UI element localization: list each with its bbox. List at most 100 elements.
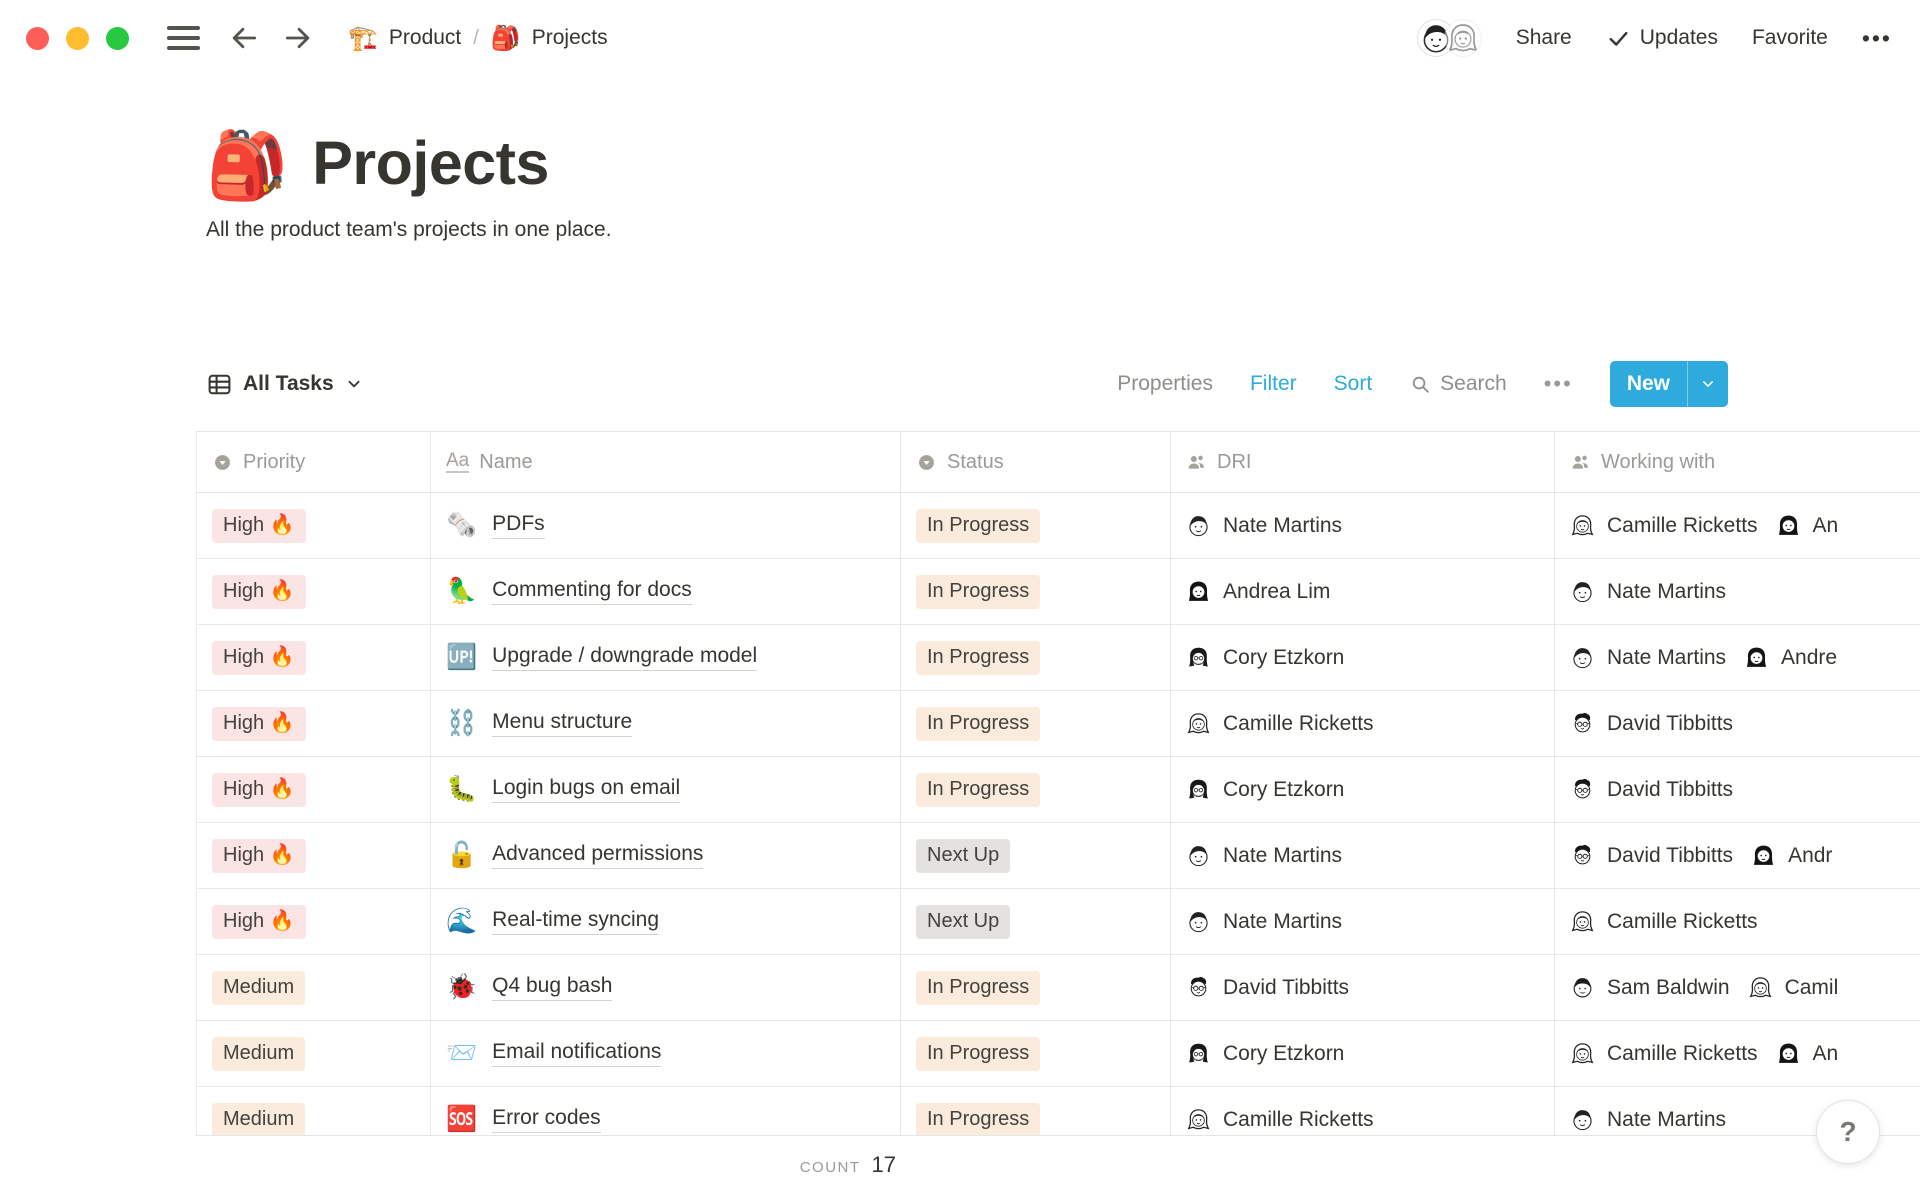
page-link[interactable]: Q4 bug bash: [492, 974, 612, 1001]
page-link[interactable]: Upgrade / downgrade model: [492, 644, 757, 671]
view-switcher[interactable]: All Tasks: [206, 371, 364, 398]
person-chip: Nate Martins: [1186, 513, 1342, 538]
name-cell[interactable]: 🌊Real-time syncing: [431, 889, 901, 954]
page-link[interactable]: PDFs: [492, 512, 545, 539]
priority-cell[interactable]: High 🔥: [197, 757, 431, 822]
page-link[interactable]: Menu structure: [492, 710, 632, 737]
close-window-button[interactable]: [26, 27, 49, 50]
new-button[interactable]: New: [1610, 361, 1728, 407]
status-cell[interactable]: In Progress: [901, 625, 1171, 690]
status-cell[interactable]: In Progress: [901, 955, 1171, 1020]
dri-cell[interactable]: Cory Etzkorn: [1171, 625, 1555, 690]
table-calc-count[interactable]: COUNT 17: [500, 1152, 896, 1178]
search-button[interactable]: Search: [1409, 372, 1507, 396]
avatar-icon: [1744, 645, 1769, 670]
share-button[interactable]: Share: [1516, 26, 1572, 50]
working-with-cell[interactable]: David Tibbitts: [1555, 691, 1920, 756]
page-icon-backpack[interactable]: 🎒: [206, 132, 288, 198]
name-cell[interactable]: 🐞Q4 bug bash: [431, 955, 901, 1020]
dri-cell[interactable]: Cory Etzkorn: [1171, 1021, 1555, 1086]
forward-icon[interactable]: [282, 22, 314, 54]
breadcrumb-projects[interactable]: Projects: [532, 26, 608, 50]
working-with-cell[interactable]: David Tibbitts: [1555, 757, 1920, 822]
priority-cell[interactable]: Medium: [197, 955, 431, 1020]
dri-cell[interactable]: Nate Martins: [1171, 493, 1555, 558]
priority-badge: High 🔥: [212, 575, 306, 609]
column-header-name[interactable]: Aa Name: [431, 432, 901, 492]
help-button[interactable]: ?: [1816, 1100, 1880, 1164]
name-cell[interactable]: 🗞️PDFs: [431, 493, 901, 558]
working-with-cell[interactable]: David Tibbitts Andr: [1555, 823, 1920, 888]
parrot-emoji-icon: 🦜: [446, 577, 477, 606]
dri-cell[interactable]: Cory Etzkorn: [1171, 757, 1555, 822]
properties-button[interactable]: Properties: [1117, 372, 1213, 396]
new-dropdown-button[interactable]: [1688, 361, 1728, 407]
page-link[interactable]: Email notifications: [492, 1040, 661, 1067]
priority-cell[interactable]: High 🔥: [197, 559, 431, 624]
status-cell[interactable]: Next Up: [901, 823, 1171, 888]
working-with-cell[interactable]: Camille Ricketts An: [1555, 493, 1920, 558]
select-property-icon: [212, 452, 233, 473]
status-cell[interactable]: In Progress: [901, 559, 1171, 624]
status-cell[interactable]: In Progress: [901, 493, 1171, 558]
column-header-working-with[interactable]: Working with: [1555, 432, 1920, 492]
column-header-dri[interactable]: DRI: [1171, 432, 1555, 492]
status-cell[interactable]: In Progress: [901, 1087, 1171, 1136]
priority-cell[interactable]: Medium: [197, 1021, 431, 1086]
name-cell[interactable]: 📨Email notifications: [431, 1021, 901, 1086]
name-cell[interactable]: 🐛Login bugs on email: [431, 757, 901, 822]
new-button-label[interactable]: New: [1610, 361, 1687, 407]
minimize-window-button[interactable]: [66, 27, 89, 50]
dri-cell[interactable]: Camille Ricketts: [1171, 1087, 1555, 1136]
more-options-icon[interactable]: •••: [1862, 25, 1892, 52]
working-with-cell[interactable]: Camille Ricketts An: [1555, 1021, 1920, 1086]
working-with-cell[interactable]: Sam Baldwin Camil: [1555, 955, 1920, 1020]
page-link[interactable]: Login bugs on email: [492, 776, 680, 803]
dri-cell[interactable]: Nate Martins: [1171, 889, 1555, 954]
backpack-emoji-icon: 🎒: [491, 24, 521, 53]
zoom-window-button[interactable]: [106, 27, 129, 50]
page-link[interactable]: Real-time syncing: [492, 908, 659, 935]
priority-cell[interactable]: Medium: [197, 1087, 431, 1136]
priority-cell[interactable]: High 🔥: [197, 493, 431, 558]
working-with-cell[interactable]: Nate Martins Andre: [1555, 625, 1920, 690]
name-cell[interactable]: 🆙Upgrade / downgrade model: [431, 625, 901, 690]
priority-cell[interactable]: High 🔥: [197, 889, 431, 954]
priority-cell[interactable]: High 🔥: [197, 691, 431, 756]
updates-button[interactable]: Updates: [1606, 26, 1718, 51]
working-with-cell[interactable]: Camille Ricketts: [1555, 889, 1920, 954]
status-cell[interactable]: In Progress: [901, 691, 1171, 756]
page-link[interactable]: Advanced permissions: [492, 842, 703, 869]
status-cell[interactable]: Next Up: [901, 889, 1171, 954]
favorite-button[interactable]: Favorite: [1752, 26, 1828, 50]
back-icon[interactable]: [228, 22, 260, 54]
column-header-priority[interactable]: Priority: [197, 432, 431, 492]
page-link[interactable]: Error codes: [492, 1106, 601, 1133]
sort-button[interactable]: Sort: [1334, 372, 1373, 396]
dri-cell[interactable]: Andrea Lim: [1171, 559, 1555, 624]
name-cell[interactable]: ⛓️Menu structure: [431, 691, 901, 756]
priority-badge: High 🔥: [212, 905, 306, 939]
sidebar-toggle-icon[interactable]: [167, 26, 200, 50]
name-cell[interactable]: 🆘Error codes: [431, 1087, 901, 1136]
check-icon: [1606, 26, 1631, 51]
priority-cell[interactable]: High 🔥: [197, 823, 431, 888]
dri-cell[interactable]: David Tibbitts: [1171, 955, 1555, 1020]
column-header-status[interactable]: Status: [901, 432, 1171, 492]
collaborator-avatars[interactable]: [1417, 19, 1482, 57]
priority-cell[interactable]: High 🔥: [197, 625, 431, 690]
filter-button[interactable]: Filter: [1250, 372, 1297, 396]
avatar-icon: [1570, 975, 1595, 1000]
dri-cell[interactable]: Nate Martins: [1171, 823, 1555, 888]
breadcrumb-product[interactable]: Product: [389, 26, 461, 50]
status-cell[interactable]: In Progress: [901, 757, 1171, 822]
avatar-icon: [1776, 513, 1801, 538]
working-with-cell[interactable]: Nate Martins: [1555, 559, 1920, 624]
page-link[interactable]: Commenting for docs: [492, 578, 692, 605]
person-chip: Cory Etzkorn: [1186, 645, 1344, 670]
name-cell[interactable]: 🔓Advanced permissions: [431, 823, 901, 888]
status-cell[interactable]: In Progress: [901, 1021, 1171, 1086]
name-cell[interactable]: 🦜 Commenting for docs: [431, 559, 901, 624]
dri-cell[interactable]: Camille Ricketts: [1171, 691, 1555, 756]
view-more-options-icon[interactable]: •••: [1544, 371, 1573, 397]
